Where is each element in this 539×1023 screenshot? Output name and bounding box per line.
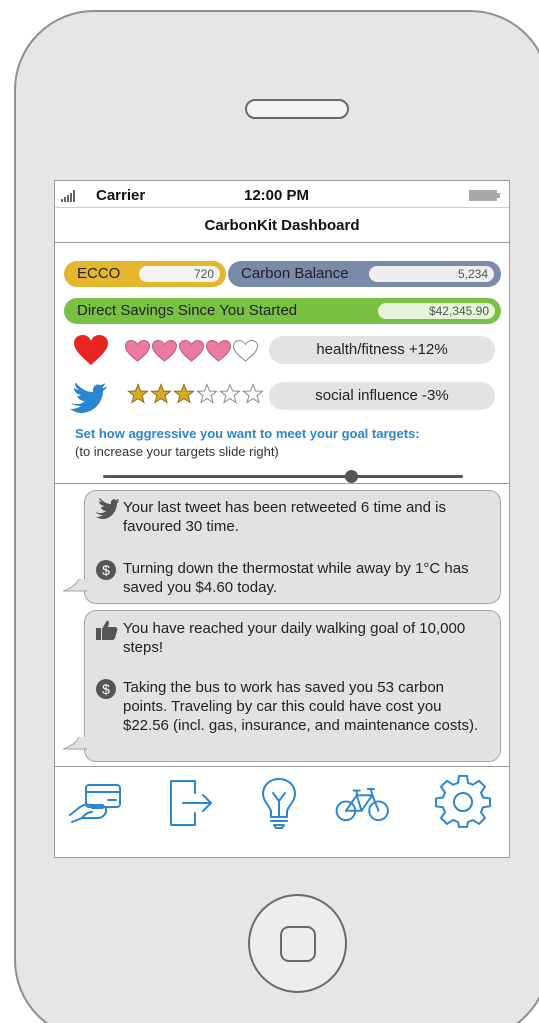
health-rating — [124, 339, 259, 363]
carrier-label: Carrier — [96, 187, 146, 204]
heart-filled-icon — [178, 339, 205, 362]
star-filled-icon — [127, 383, 149, 404]
carbon-balance-value: 5,234 — [369, 266, 494, 282]
heart-icon — [74, 335, 108, 365]
feed-text: You have reached your daily walking goal… — [123, 620, 466, 656]
message-bubble: You have reached your daily walking goal… — [63, 610, 501, 762]
heart-filled-icon — [205, 339, 232, 362]
page-title: CarbonKit Dashboard — [55, 208, 509, 243]
social-rating — [127, 383, 264, 405]
slider-handle[interactable] — [344, 470, 358, 483]
list-item: $ Taking the bus to work has saved you 5… — [95, 678, 483, 735]
star-filled-icon — [150, 383, 172, 404]
list-item: You have reached your daily walking goal… — [95, 619, 483, 657]
tab-bar — [55, 767, 509, 841]
goal-aggressiveness-slider[interactable] — [103, 475, 463, 478]
svg-text:$: $ — [102, 562, 110, 578]
slider-title: Set how aggressive you want to meet your… — [75, 426, 420, 441]
home-button-icon — [280, 926, 316, 962]
star-empty-icon — [242, 383, 264, 404]
heart-filled-icon — [151, 339, 178, 362]
twitter-bird-icon — [96, 498, 119, 519]
exit-icon[interactable] — [159, 775, 215, 831]
svg-text:$: $ — [102, 681, 110, 697]
ecco-label: ECCO — [77, 265, 121, 282]
status-bar: Carrier 12:00 PM — [55, 181, 509, 208]
feed-text: Taking the bus to work has saved you 53 … — [123, 679, 479, 734]
bubble-tail — [63, 579, 87, 592]
carbon-balance-pill[interactable]: Carbon Balance 5,234 — [228, 261, 501, 287]
savings-value: $42,345.90 — [378, 303, 495, 319]
message-bubble: Your last tweet has been retweeted 6 tim… — [63, 490, 501, 604]
star-filled-icon — [173, 383, 195, 404]
dollar-icon: $ — [96, 679, 116, 699]
savings-label: Direct Savings Since You Started — [77, 302, 298, 319]
bubble-tail — [63, 737, 87, 750]
twitter-bird-icon — [70, 383, 107, 413]
thumbs-up-icon — [96, 620, 118, 640]
signal-strength-icon — [61, 190, 75, 202]
savings-pill[interactable]: Direct Savings Since You Started $42,345… — [64, 298, 501, 324]
heart-filled-icon — [124, 339, 151, 362]
notification-feed: Your last tweet has been retweeted 6 tim… — [55, 484, 509, 767]
health-fitness-metric: health/fitness +12% — [269, 336, 495, 364]
feed-text: Your last tweet has been retweeted 6 tim… — [123, 499, 446, 535]
speaker-grille — [245, 99, 349, 119]
payment-card-icon[interactable] — [68, 775, 124, 831]
ecco-pill[interactable]: ECCO 720 — [64, 261, 226, 287]
summary-panel: ECCO 720 Carbon Balance 5,234 Direct Sav… — [55, 243, 509, 484]
dollar-icon: $ — [96, 560, 116, 580]
list-item: $ Turning down the thermostat while away… — [95, 559, 483, 597]
bicycle-icon[interactable] — [335, 775, 391, 831]
status-time: 12:00 PM — [244, 187, 310, 204]
battery-icon — [469, 190, 500, 201]
social-influence-metric: social influence -3% — [269, 382, 495, 410]
home-button[interactable] — [248, 894, 347, 993]
gear-icon[interactable] — [435, 775, 491, 831]
carbon-balance-label: Carbon Balance — [241, 265, 349, 282]
star-empty-icon — [219, 383, 241, 404]
ecco-value: 720 — [139, 266, 220, 282]
slider-hint: (to increase your targets slide right) — [75, 444, 279, 459]
app-screen: Carrier 12:00 PM CarbonKit Dashboard ECC… — [54, 180, 510, 858]
lightbulb-icon[interactable] — [251, 775, 307, 831]
star-empty-icon — [196, 383, 218, 404]
heart-empty-icon — [232, 339, 259, 362]
feed-text: Turning down the thermostat while away b… — [123, 560, 469, 596]
list-item: Your last tweet has been retweeted 6 tim… — [95, 498, 483, 536]
